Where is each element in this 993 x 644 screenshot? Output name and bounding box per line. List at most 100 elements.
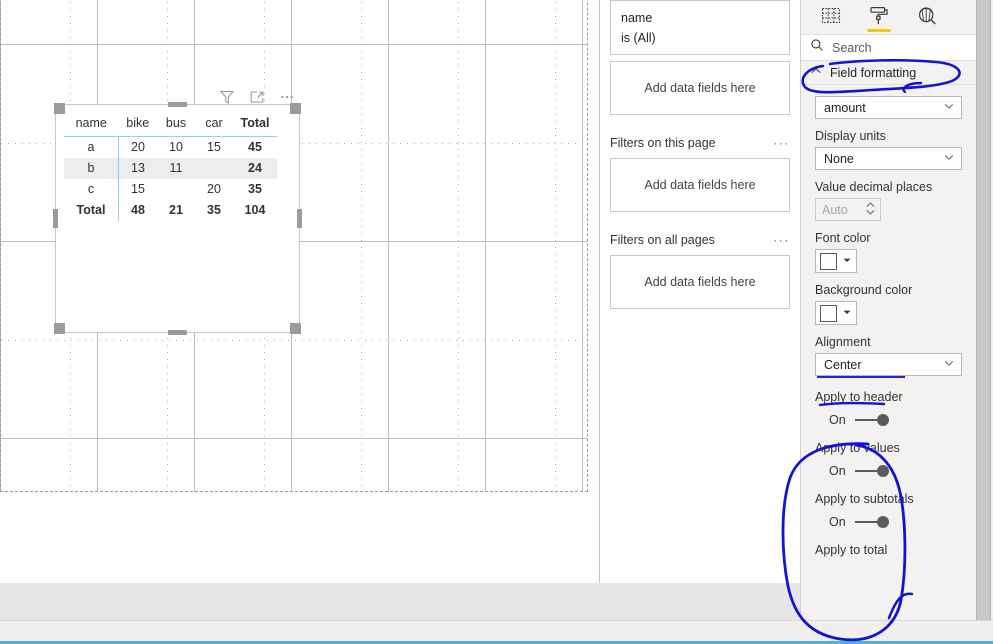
matrix-visual[interactable]: name bike bus car Total a 20 10 15 45 b … [53, 102, 302, 335]
format-search-box[interactable]: Search [801, 34, 976, 61]
matrix-cell-car[interactable] [195, 158, 233, 179]
all-pages-filters-dropzone[interactable]: Add data fields here [610, 255, 790, 309]
page-filters-dropzone[interactable]: Add data fields here [610, 158, 790, 212]
font-color-picker[interactable] [815, 249, 857, 273]
matrix-col-header-total[interactable]: Total [233, 113, 277, 137]
apply-to-header-toggle-row[interactable]: On [815, 413, 962, 427]
matrix-total-label[interactable]: Total [64, 200, 119, 221]
matrix-cell-bike[interactable]: 15 [119, 179, 158, 200]
value-decimal-places-stepper[interactable]: Auto [815, 198, 881, 221]
table-row: a 20 10 15 45 [64, 136, 277, 159]
section-title: Field formatting [830, 65, 917, 80]
matrix-total-bus[interactable]: 21 [157, 200, 195, 221]
matrix-cell-bus[interactable] [157, 179, 195, 200]
matrix-cell-bus[interactable]: 11 [157, 158, 195, 179]
matrix-table[interactable]: name bike bus car Total a 20 10 15 45 b … [64, 113, 277, 221]
apply-to-subtotals-state: On [829, 515, 846, 529]
chevron-down-icon [842, 304, 852, 322]
font-color-label: Font color [815, 231, 871, 245]
display-units-label: Display units [815, 129, 886, 143]
matrix-col-header-bus[interactable]: bus [157, 113, 195, 137]
chevron-down-icon [943, 100, 955, 115]
alignment-label: Alignment [815, 335, 871, 349]
search-icon [810, 38, 824, 57]
resize-handle-bottom-left[interactable] [54, 323, 65, 334]
resize-handle-middle-right[interactable] [297, 209, 302, 228]
matrix-cell-car[interactable]: 15 [195, 137, 233, 159]
search-input[interactable]: Search [832, 41, 872, 55]
apply-to-subtotals-label: Apply to subtotals [815, 492, 914, 506]
filter-card-name[interactable]: name is (All) [610, 0, 790, 55]
matrix-grand-total[interactable]: 104 [233, 200, 277, 221]
apply-to-header-toggle[interactable] [854, 413, 889, 427]
canvas-guide-horizontal [1, 340, 587, 341]
font-color-swatch [820, 252, 837, 270]
chevron-up-icon[interactable] [810, 64, 822, 82]
format-tab[interactable] [866, 3, 892, 32]
field-select-dropdown[interactable]: amount [815, 96, 962, 119]
matrix-total-car[interactable]: 35 [195, 200, 233, 221]
background-color-swatch [820, 304, 837, 322]
field-formatting-section-header[interactable]: Field formatting [801, 61, 976, 85]
resize-handle-middle-left[interactable] [53, 209, 58, 228]
canvas-guide-vertical [361, 0, 362, 491]
matrix-cell-bike[interactable]: 20 [119, 137, 158, 159]
visual-filters-dropzone[interactable]: Add data fields here [610, 61, 790, 115]
stepper-arrows-icon[interactable] [865, 200, 876, 220]
alignment-dropdown[interactable]: Center [815, 353, 962, 378]
dropzone-label: Add data fields here [644, 178, 756, 192]
matrix-total-bike[interactable]: 48 [119, 200, 158, 221]
chevron-down-icon [943, 151, 955, 166]
matrix-row-header[interactable]: c [64, 179, 119, 200]
field-select-value: amount [824, 100, 866, 115]
apply-to-values-label: Apply to values [815, 441, 900, 455]
table-row: b 13 11 24 [64, 158, 277, 179]
apply-to-values-toggle-row[interactable]: On [815, 464, 962, 478]
matrix-cell-total[interactable]: 24 [233, 158, 277, 179]
section-more-options-icon[interactable]: ··· [773, 233, 790, 247]
pane-tab-strip [801, 0, 976, 34]
dropzone-label: Add data fields here [644, 81, 756, 95]
matrix-cell-bus[interactable]: 10 [157, 137, 195, 159]
format-pane-scrollbar[interactable] [976, 0, 991, 640]
apply-to-subtotals-toggle-row[interactable]: On [815, 515, 962, 529]
report-canvas[interactable]: name bike bus car Total a 20 10 15 45 b … [0, 0, 599, 583]
matrix-total-row: Total 48 21 35 104 [64, 200, 277, 221]
filter-field-name: name [621, 11, 653, 25]
section-more-options-icon[interactable]: ··· [773, 136, 790, 150]
apply-to-header-label: Apply to header [815, 390, 903, 404]
matrix-row-header[interactable]: b [64, 158, 119, 179]
section-title-text: Filters on all pages [610, 233, 715, 247]
apply-to-total-label: Apply to total [815, 543, 888, 557]
canvas-guide-vertical [555, 0, 556, 491]
format-tab-selected-underline [867, 29, 891, 32]
matrix-col-header-bike[interactable]: bike [119, 113, 158, 137]
resize-handle-bottom-right[interactable] [290, 323, 301, 334]
matrix-cell-total[interactable]: 35 [233, 179, 277, 200]
matrix-col-header-car[interactable]: car [195, 113, 233, 137]
chevron-down-icon [842, 252, 852, 270]
background-color-picker[interactable] [815, 301, 857, 325]
matrix-cell-car[interactable]: 20 [195, 179, 233, 200]
resize-handle-top-center[interactable] [168, 102, 187, 107]
display-units-dropdown[interactable]: None [815, 147, 962, 170]
matrix-cell-bike[interactable]: 13 [118, 158, 157, 179]
alignment-value: Center [824, 357, 862, 372]
build-visual-tab[interactable] [818, 3, 844, 29]
display-units-value: None [824, 151, 854, 166]
visualizations-format-pane: Search Field formatting amount Display u… [800, 0, 976, 644]
resize-handle-top-right[interactable] [290, 103, 301, 114]
analytics-tab[interactable] [914, 3, 940, 29]
matrix-cell-total[interactable]: 45 [233, 137, 277, 159]
matrix-row-header[interactable]: a [64, 136, 119, 158]
apply-to-values-toggle[interactable] [854, 464, 889, 478]
matrix-header-row: name bike bus car Total [64, 113, 277, 137]
canvas-guide-vertical [458, 0, 459, 491]
section-title-text: Filters on this page [610, 136, 716, 150]
page-tabs-bar[interactable] [0, 583, 800, 620]
resize-handle-bottom-center[interactable] [168, 330, 187, 335]
apply-to-subtotals-toggle[interactable] [854, 515, 889, 529]
filter-field-state: is (All) [621, 31, 656, 45]
matrix-col-header-name[interactable]: name [64, 113, 119, 137]
apply-to-header-state: On [829, 413, 846, 427]
